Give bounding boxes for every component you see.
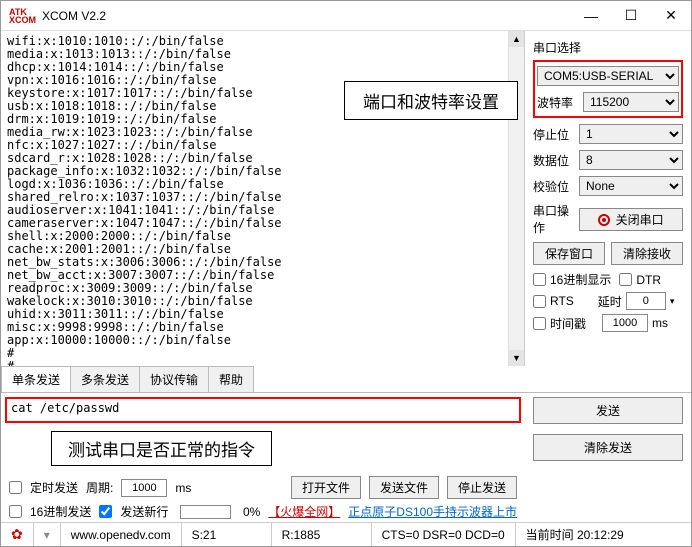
save-window-button[interactable]: 保存窗口 [533, 242, 605, 265]
progress-bar [180, 505, 231, 519]
app-logo: ATKXCOM [9, 8, 36, 24]
dtr-checkbox[interactable] [619, 273, 632, 286]
baud-label: 波特率 [537, 94, 577, 111]
annotation-port-baud: 端口和波特率设置 [344, 81, 518, 120]
hex-display-checkbox[interactable] [533, 273, 546, 286]
titlebar: ATKXCOM XCOM V2.2 — ☐ ✕ [1, 1, 691, 31]
send-button[interactable]: 发送 [533, 397, 683, 424]
status-time: 20:12:29 [577, 528, 624, 542]
parity-label: 校验位 [533, 178, 573, 195]
port-select[interactable]: COM5:USB-SERIAL [537, 66, 679, 86]
status-sent: S:21 [182, 523, 272, 546]
send-tabs: 单条发送 多条发送 协议传输 帮助 [1, 366, 691, 393]
tab-protocol[interactable]: 协议传输 [139, 366, 209, 392]
group-title: 串口选择 [533, 37, 683, 56]
scroll-up-icon[interactable]: ▲ [509, 31, 524, 47]
promo-link-2[interactable]: 正点原子DS100手持示波器上市 [348, 503, 517, 520]
port-status-icon [598, 214, 610, 226]
clear-recv-button[interactable]: 清除接收 [611, 242, 683, 265]
send-input[interactable]: cat /etc/passwd [5, 397, 521, 423]
op-label: 串口操作 [533, 202, 573, 236]
stopbit-label: 停止位 [533, 126, 573, 143]
timestamp-input[interactable] [602, 314, 648, 332]
serial-settings-panel: 串口选择 COM5:USB-SERIAL 波特率 115200 停止位 1 数据位 8… [525, 31, 691, 366]
tab-multi-send[interactable]: 多条发送 [70, 366, 140, 392]
baud-select[interactable]: 115200 [583, 92, 679, 112]
status-lines: CTS=0 DSR=0 DCD=0 [372, 523, 516, 546]
rts-checkbox[interactable] [533, 295, 546, 308]
open-file-button[interactable]: 打开文件 [291, 476, 361, 499]
window-title: XCOM V2.2 [42, 9, 571, 23]
port-baud-box: COM5:USB-SERIAL 波特率 115200 [533, 60, 683, 118]
progress-percent: 0% [243, 505, 260, 519]
timed-send-checkbox[interactable] [9, 481, 22, 494]
period-input[interactable] [121, 479, 167, 497]
send-newline-checkbox[interactable] [99, 505, 112, 518]
status-recv: R:1885 [272, 523, 372, 546]
site-link[interactable]: www.openedv.com [61, 523, 182, 546]
hex-send-checkbox[interactable] [9, 505, 22, 518]
delay-input[interactable] [626, 292, 666, 310]
maximize-button[interactable]: ☐ [611, 2, 651, 30]
scroll-down-icon[interactable]: ▼ [509, 350, 524, 366]
status-bar: ✿ ▾ www.openedv.com S:21 R:1885 CTS=0 DS… [1, 522, 691, 546]
stopbit-select[interactable]: 1 [579, 124, 683, 144]
tab-single-send[interactable]: 单条发送 [1, 366, 71, 392]
timestamp-checkbox[interactable] [533, 317, 546, 330]
close-port-button[interactable]: 关闭串口 [579, 208, 683, 231]
databit-label: 数据位 [533, 152, 573, 169]
parity-select[interactable]: None [579, 176, 683, 196]
minimize-button[interactable]: — [571, 2, 611, 30]
databit-select[interactable]: 8 [579, 150, 683, 170]
close-button[interactable]: ✕ [651, 2, 691, 30]
promo-link-1[interactable]: 【火爆全网】 [268, 503, 340, 520]
clear-send-button[interactable]: 清除发送 [533, 434, 683, 461]
annotation-test-cmd: 测试串口是否正常的指令 [51, 431, 272, 466]
stop-send-button[interactable]: 停止发送 [447, 476, 517, 499]
send-file-button[interactable]: 发送文件 [369, 476, 439, 499]
settings-icon[interactable]: ✿ [1, 523, 34, 546]
tab-help[interactable]: 帮助 [208, 366, 254, 392]
